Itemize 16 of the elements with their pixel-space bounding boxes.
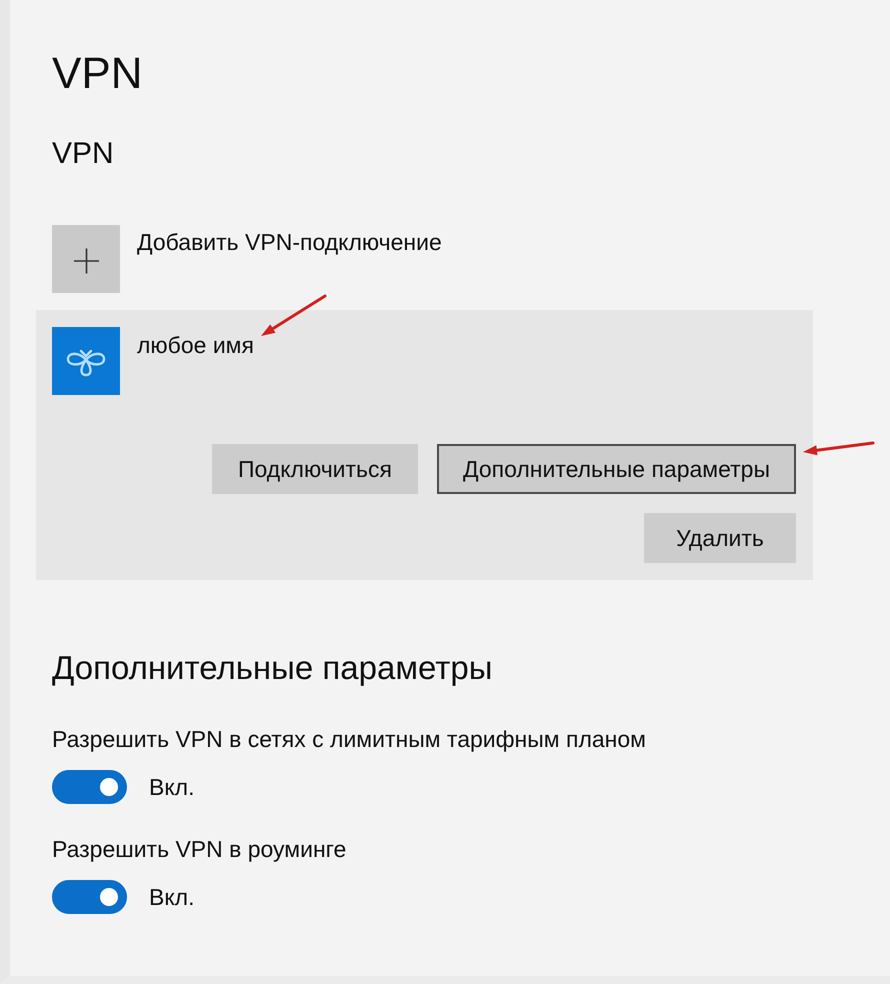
- connection-name: любое имя: [137, 331, 254, 359]
- action-button[interactable]: Удалить: [644, 513, 796, 563]
- knot-icon: [52, 327, 120, 395]
- section-heading: Дополнительные параметры: [52, 649, 492, 687]
- page-title: VPN: [52, 48, 142, 100]
- setting-label: Разрешить VPN в роуминге: [52, 835, 346, 863]
- toggle-state-label: Вкл.: [149, 773, 194, 801]
- action-button[interactable]: Подключиться: [212, 444, 418, 494]
- toggle-switch[interactable]: [52, 770, 127, 804]
- section-heading: VPN: [52, 136, 114, 172]
- action-button[interactable]: Дополнительные параметры: [437, 444, 796, 494]
- plus-icon: [52, 225, 120, 293]
- setting-label: Разрешить VPN в сетях с лимитным тарифным планом: [52, 725, 646, 753]
- toggle-switch[interactable]: [52, 880, 127, 914]
- add-vpn-button[interactable]: Добавить VPN-подключение: [52, 225, 442, 293]
- toggle-state-label: Вкл.: [149, 883, 194, 911]
